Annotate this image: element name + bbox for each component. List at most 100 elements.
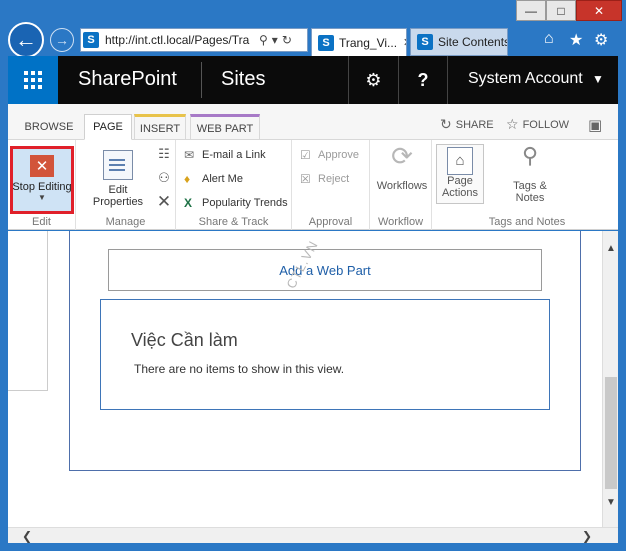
share-button[interactable]: ↻ SHARE [440, 116, 494, 133]
reject-label: Reject [318, 173, 350, 185]
ribbon-body: ✕ Stop Editing ▼ Edit Edit Properties ☷ … [8, 140, 618, 230]
tab-web-part[interactable]: WEB PART [190, 114, 260, 140]
close-window-button[interactable]: ✕ [576, 0, 622, 21]
tab-browse[interactable]: BROWSE [20, 114, 78, 140]
page-permissions-icon[interactable]: ⚇ [156, 170, 172, 186]
user-menu[interactable]: System Account [468, 70, 583, 88]
tab-insert[interactable]: INSERT [134, 114, 186, 140]
scrollbar-thumb[interactable] [605, 377, 617, 489]
browser-chrome: — □ ✕ ← → S http://int.ctl.local/Pages/T… [0, 0, 626, 58]
page-content: Add a Web Part Việc Cần làm There are no… [8, 231, 602, 527]
web-part-title[interactable]: Việc Cần làm [131, 330, 238, 351]
edit-properties-label: Edit Properties [92, 184, 144, 208]
tags-notes-label: Tags & Notes [513, 180, 547, 204]
address-bar[interactable]: S http://int.ctl.local/Pages/Tra ⚲ ▾ ↻ [80, 28, 308, 52]
document-properties-icon [103, 150, 133, 180]
approve-button[interactable]: ☑ Approve [300, 148, 359, 162]
arrow-left-icon: ← [15, 27, 37, 52]
add-web-part-link[interactable]: Add a Web Part [108, 249, 542, 291]
stop-editing-button[interactable]: ✕ Stop Editing ▼ [10, 146, 74, 214]
caret-down-icon[interactable]: ▼ [38, 193, 46, 202]
dropdown-icon[interactable]: ▾ [272, 33, 278, 47]
question-icon: ? [417, 69, 429, 90]
home-icon[interactable]: ⌂ [544, 30, 554, 48]
horizontal-scrollbar[interactable]: ❮ ❯ [8, 527, 618, 543]
tab-page[interactable]: PAGE [84, 114, 132, 140]
browser-tab-site-contents[interactable]: S Site Contents [410, 28, 508, 56]
ribbon-group-tags-notes: ⚲ Tags & Notes Tags and Notes [486, 140, 568, 230]
share-label: SHARE [455, 118, 494, 131]
ribbon-group-approval: ☑ Approve ☒ Reject Approval [292, 140, 370, 230]
popularity-trends-button[interactable]: X Popularity Trends [184, 196, 288, 210]
bell-icon: ♦ [184, 172, 191, 186]
caret-down-icon[interactable]: ▼ [592, 72, 604, 86]
brand-link[interactable]: SharePoint [78, 68, 177, 91]
group-label: Manage [105, 216, 146, 228]
forward-button[interactable]: → [50, 28, 74, 52]
task-list-web-part[interactable]: Việc Cần làm There are no items to show … [100, 299, 550, 410]
ribbon-group-share-track: ✉ E-mail a Link ♦ Alert Me X Popularity … [176, 140, 292, 230]
sharepoint-favicon-icon: S [318, 34, 334, 51]
gear-icon: ⚙ [365, 69, 382, 90]
tab-label: Site Contents [438, 35, 508, 49]
envelope-icon: ✉ [184, 148, 195, 162]
vertical-scrollbar[interactable]: ▲ ▼ [602, 231, 618, 527]
group-label: Edit [32, 216, 51, 228]
group-label: Approval [308, 216, 353, 228]
focus-on-content-icon[interactable]: ▣ [588, 116, 602, 134]
stop-x-icon: ✕ [30, 155, 54, 177]
browser-tab-active[interactable]: S Trang_Vi... ✕ [311, 28, 407, 56]
ribbon-tab-bar: BROWSE PAGE INSERT WEB PART ↻ SHARE ☆ FO… [8, 104, 618, 140]
reject-button[interactable]: ☒ Reject [300, 172, 349, 186]
email-link-button[interactable]: ✉ E-mail a Link [184, 148, 266, 162]
page-home-icon: ⌂ [447, 147, 473, 175]
scroll-down-icon[interactable]: ▼ [603, 497, 619, 508]
edit-properties-button[interactable]: Edit Properties [88, 150, 148, 208]
gear-icon[interactable]: ⚙ [594, 30, 608, 50]
search-icon[interactable]: ⚲ [259, 33, 268, 47]
sharepoint-favicon-icon: S [417, 34, 433, 50]
help-button[interactable]: ? [398, 56, 448, 104]
follow-label: FOLLOW [522, 118, 570, 131]
close-tab-icon[interactable]: ✕ [403, 36, 406, 49]
popularity-label: Popularity Trends [202, 197, 288, 209]
maximize-button[interactable]: □ [546, 0, 576, 21]
scroll-left-icon[interactable]: ❮ [22, 529, 32, 543]
workflow-icon: ⟳ [391, 141, 413, 171]
tags-notes-button[interactable]: ⚲ Tags & Notes [500, 145, 560, 205]
scroll-up-icon[interactable]: ▲ [603, 243, 619, 254]
refresh-icon[interactable]: ↻ [282, 33, 292, 47]
group-label: Tags and Notes [488, 216, 566, 228]
left-navigation-panel [8, 231, 48, 391]
delete-page-icon[interactable]: ✕ [156, 192, 172, 211]
stop-editing-label: Stop Editing [12, 181, 72, 193]
scroll-right-icon[interactable]: ❯ [582, 529, 592, 543]
address-text[interactable]: http://int.ctl.local/Pages/Tra [105, 33, 255, 47]
excel-icon: X [184, 196, 193, 210]
settings-button[interactable]: ⚙ [348, 56, 398, 104]
alert-me-button[interactable]: ♦ Alert Me [184, 172, 243, 186]
page-history-icon[interactable]: ☷ [156, 146, 172, 162]
app-launcher-button[interactable] [8, 56, 58, 104]
back-button[interactable]: ← [8, 22, 44, 58]
tab-label: Trang_Vi... [339, 35, 398, 50]
page-actions-button[interactable]: ⌂ Page Actions [436, 144, 484, 204]
ribbon-group-workflow: ⟳ Workflows Workflow [370, 140, 432, 230]
follow-button[interactable]: ☆ FOLLOW [506, 116, 569, 133]
ribbon-group-manage: Edit Properties ☷ ⚇ ✕ Manage [76, 140, 176, 230]
suite-bar: SharePoint Sites ⚙ ? System Account ▼ [8, 56, 618, 104]
email-link-label: E-mail a Link [202, 149, 266, 161]
workflows-button[interactable]: ⟳ Workflows [374, 141, 430, 192]
sites-link[interactable]: Sites [221, 68, 265, 91]
minimize-button[interactable]: — [516, 0, 546, 21]
group-label: Share & Track [198, 216, 269, 228]
share-icon: ↻ [440, 116, 452, 132]
sharepoint-favicon-icon: S [83, 32, 99, 48]
approve-icon: ☑ [300, 148, 311, 162]
waffle-icon [24, 71, 42, 89]
favorites-star-icon[interactable]: ★ [569, 30, 583, 50]
star-outline-icon: ☆ [506, 116, 519, 132]
group-label: Workflow [377, 216, 424, 228]
approve-label: Approve [318, 149, 359, 161]
page-actions-label: Page Actions [441, 175, 479, 199]
